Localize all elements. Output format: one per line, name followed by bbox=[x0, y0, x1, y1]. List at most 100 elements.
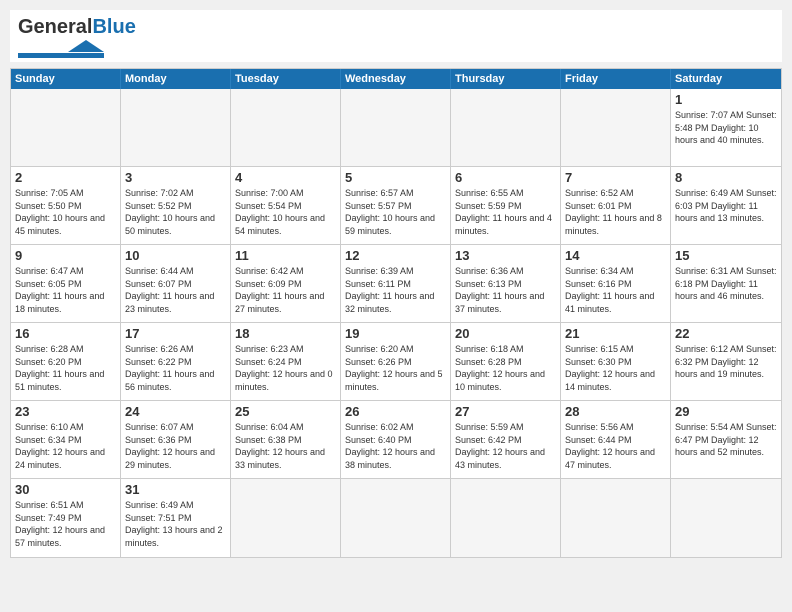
day-info: Sunrise: 6:36 AM Sunset: 6:13 PM Dayligh… bbox=[455, 265, 556, 315]
day-info: Sunrise: 6:18 AM Sunset: 6:28 PM Dayligh… bbox=[455, 343, 556, 393]
day-number: 6 bbox=[455, 170, 556, 185]
day-number: 27 bbox=[455, 404, 556, 419]
cal-cell: 18 Sunrise: 6:23 AM Sunset: 6:24 PM Dayli… bbox=[231, 323, 341, 401]
header-day-wednesday: Wednesday bbox=[341, 69, 451, 89]
day-info: Sunrise: 6:04 AM Sunset: 6:38 PM Dayligh… bbox=[235, 421, 336, 471]
cal-cell: 7Sunrise: 6:52 AM Sunset: 6:01 PM Daylig… bbox=[561, 167, 671, 245]
calendar: SundayMondayTuesdayWednesdayThursdayFrid… bbox=[10, 68, 782, 558]
cal-cell: 13 Sunrise: 6:36 AM Sunset: 6:13 PM Dayli… bbox=[451, 245, 561, 323]
day-number: 26 bbox=[345, 404, 446, 419]
day-number: 7 bbox=[565, 170, 666, 185]
cal-cell: 2 Sunrise: 7:05 AM Sunset: 5:50 PM Daylig… bbox=[11, 167, 121, 245]
day-number: 28 bbox=[565, 404, 666, 419]
day-info: Sunrise: 6:34 AM Sunset: 6:16 PM Dayligh… bbox=[565, 265, 666, 315]
day-info: Sunrise: 6:02 AM Sunset: 6:40 PM Dayligh… bbox=[345, 421, 446, 471]
cal-cell bbox=[121, 89, 231, 167]
header-day-monday: Monday bbox=[121, 69, 231, 89]
header-day-friday: Friday bbox=[561, 69, 671, 89]
cal-cell bbox=[341, 89, 451, 167]
day-number: 2 bbox=[15, 170, 116, 185]
day-info: Sunrise: 6:49 AM Sunset: 7:51 PM Dayligh… bbox=[125, 499, 226, 549]
calendar-header: SundayMondayTuesdayWednesdayThursdayFrid… bbox=[11, 69, 781, 89]
day-info: Sunrise: 6:57 AM Sunset: 5:57 PM Dayligh… bbox=[345, 187, 446, 237]
day-info: Sunrise: 6:26 AM Sunset: 6:22 PM Dayligh… bbox=[125, 343, 226, 393]
day-info: Sunrise: 6:51 AM Sunset: 7:49 PM Dayligh… bbox=[15, 499, 116, 549]
day-number: 1 bbox=[675, 92, 777, 107]
cal-cell: 19Sunrise: 6:20 AM Sunset: 6:26 PM Dayli… bbox=[341, 323, 451, 401]
cal-cell: 31 Sunrise: 6:49 AM Sunset: 7:51 PM Dayli… bbox=[121, 479, 231, 557]
cal-cell: 3 Sunrise: 7:02 AM Sunset: 5:52 PM Daylig… bbox=[121, 167, 231, 245]
cal-cell: 12 Sunrise: 6:39 AM Sunset: 6:11 PM Dayli… bbox=[341, 245, 451, 323]
day-number: 13 bbox=[455, 248, 556, 263]
day-info: Sunrise: 6:07 AM Sunset: 6:36 PM Dayligh… bbox=[125, 421, 226, 471]
day-number: 8 bbox=[675, 170, 777, 185]
day-info: Sunrise: 6:44 AM Sunset: 6:07 PM Dayligh… bbox=[125, 265, 226, 315]
day-number: 3 bbox=[125, 170, 226, 185]
cal-cell: 25 Sunrise: 6:04 AM Sunset: 6:38 PM Dayli… bbox=[231, 401, 341, 479]
day-number: 18 bbox=[235, 326, 336, 341]
cal-cell: 10 Sunrise: 6:44 AM Sunset: 6:07 PM Dayli… bbox=[121, 245, 231, 323]
day-number: 22 bbox=[675, 326, 777, 341]
cal-cell: 29Sunrise: 5:54 AM Sunset: 6:47 PM Dayli… bbox=[671, 401, 781, 479]
day-info: Sunrise: 5:59 AM Sunset: 6:42 PM Dayligh… bbox=[455, 421, 556, 471]
logo-general: General bbox=[18, 16, 92, 39]
day-number: 25 bbox=[235, 404, 336, 419]
header-day-sunday: Sunday bbox=[11, 69, 121, 89]
cal-cell: 8 Sunrise: 6:49 AM Sunset: 6:03 PM Daylig… bbox=[671, 167, 781, 245]
day-info: Sunrise: 5:54 AM Sunset: 6:47 PM Dayligh… bbox=[675, 421, 777, 459]
cal-cell bbox=[451, 479, 561, 557]
header-day-saturday: Saturday bbox=[671, 69, 781, 89]
day-info: Sunrise: 7:00 AM Sunset: 5:54 PM Dayligh… bbox=[235, 187, 336, 237]
day-info: Sunrise: 6:12 AM Sunset: 6:32 PM Dayligh… bbox=[675, 343, 777, 381]
day-info: Sunrise: 7:07 AM Sunset: 5:48 PM Dayligh… bbox=[675, 109, 777, 147]
day-number: 20 bbox=[455, 326, 556, 341]
day-number: 5 bbox=[345, 170, 446, 185]
day-number: 16 bbox=[15, 326, 116, 341]
day-info: Sunrise: 6:31 AM Sunset: 6:18 PM Dayligh… bbox=[675, 265, 777, 303]
cal-cell: 14Sunrise: 6:34 AM Sunset: 6:16 PM Dayli… bbox=[561, 245, 671, 323]
day-info: Sunrise: 6:10 AM Sunset: 6:34 PM Dayligh… bbox=[15, 421, 116, 471]
cal-cell bbox=[341, 479, 451, 557]
day-number: 21 bbox=[565, 326, 666, 341]
day-number: 30 bbox=[15, 482, 116, 497]
day-info: Sunrise: 6:39 AM Sunset: 6:11 PM Dayligh… bbox=[345, 265, 446, 315]
day-number: 10 bbox=[125, 248, 226, 263]
header-day-thursday: Thursday bbox=[451, 69, 561, 89]
day-info: Sunrise: 5:56 AM Sunset: 6:44 PM Dayligh… bbox=[565, 421, 666, 471]
day-info: Sunrise: 6:23 AM Sunset: 6:24 PM Dayligh… bbox=[235, 343, 336, 393]
cal-cell bbox=[11, 89, 121, 167]
cal-cell: 1 Sunrise: 7:07 AM Sunset: 5:48 PM Daylig… bbox=[671, 89, 781, 167]
day-info: Sunrise: 6:42 AM Sunset: 6:09 PM Dayligh… bbox=[235, 265, 336, 315]
day-info: Sunrise: 6:47 AM Sunset: 6:05 PM Dayligh… bbox=[15, 265, 116, 315]
cal-cell: 26 Sunrise: 6:02 AM Sunset: 6:40 PM Dayli… bbox=[341, 401, 451, 479]
header: General Blue bbox=[10, 10, 782, 62]
calendar-grid: 1 Sunrise: 7:07 AM Sunset: 5:48 PM Daylig… bbox=[11, 89, 781, 557]
cal-cell bbox=[231, 479, 341, 557]
day-info: Sunrise: 6:28 AM Sunset: 6:20 PM Dayligh… bbox=[15, 343, 116, 393]
cal-cell: 27 Sunrise: 5:59 AM Sunset: 6:42 PM Dayli… bbox=[451, 401, 561, 479]
header-day-tuesday: Tuesday bbox=[231, 69, 341, 89]
cal-cell: 17 Sunrise: 6:26 AM Sunset: 6:22 PM Dayli… bbox=[121, 323, 231, 401]
cal-cell: 23Sunrise: 6:10 AM Sunset: 6:34 PM Dayli… bbox=[11, 401, 121, 479]
cal-cell: 6 Sunrise: 6:55 AM Sunset: 5:59 PM Daylig… bbox=[451, 167, 561, 245]
cal-cell bbox=[561, 89, 671, 167]
day-number: 19 bbox=[345, 326, 446, 341]
day-number: 24 bbox=[125, 404, 226, 419]
cal-cell: 15 Sunrise: 6:31 AM Sunset: 6:18 PM Dayli… bbox=[671, 245, 781, 323]
day-number: 11 bbox=[235, 248, 336, 263]
day-info: Sunrise: 6:49 AM Sunset: 6:03 PM Dayligh… bbox=[675, 187, 777, 225]
day-info: Sunrise: 7:05 AM Sunset: 5:50 PM Dayligh… bbox=[15, 187, 116, 237]
day-number: 12 bbox=[345, 248, 446, 263]
day-info: Sunrise: 6:55 AM Sunset: 5:59 PM Dayligh… bbox=[455, 187, 556, 237]
day-number: 15 bbox=[675, 248, 777, 263]
cal-cell: 9Sunrise: 6:47 AM Sunset: 6:05 PM Daylig… bbox=[11, 245, 121, 323]
day-number: 31 bbox=[125, 482, 226, 497]
day-number: 4 bbox=[235, 170, 336, 185]
cal-cell bbox=[451, 89, 561, 167]
cal-cell: 24 Sunrise: 6:07 AM Sunset: 6:36 PM Dayli… bbox=[121, 401, 231, 479]
cal-cell bbox=[561, 479, 671, 557]
day-info: Sunrise: 7:02 AM Sunset: 5:52 PM Dayligh… bbox=[125, 187, 226, 237]
day-number: 17 bbox=[125, 326, 226, 341]
cal-cell: 11 Sunrise: 6:42 AM Sunset: 6:09 PM Dayli… bbox=[231, 245, 341, 323]
cal-cell: 21Sunrise: 6:15 AM Sunset: 6:30 PM Dayli… bbox=[561, 323, 671, 401]
